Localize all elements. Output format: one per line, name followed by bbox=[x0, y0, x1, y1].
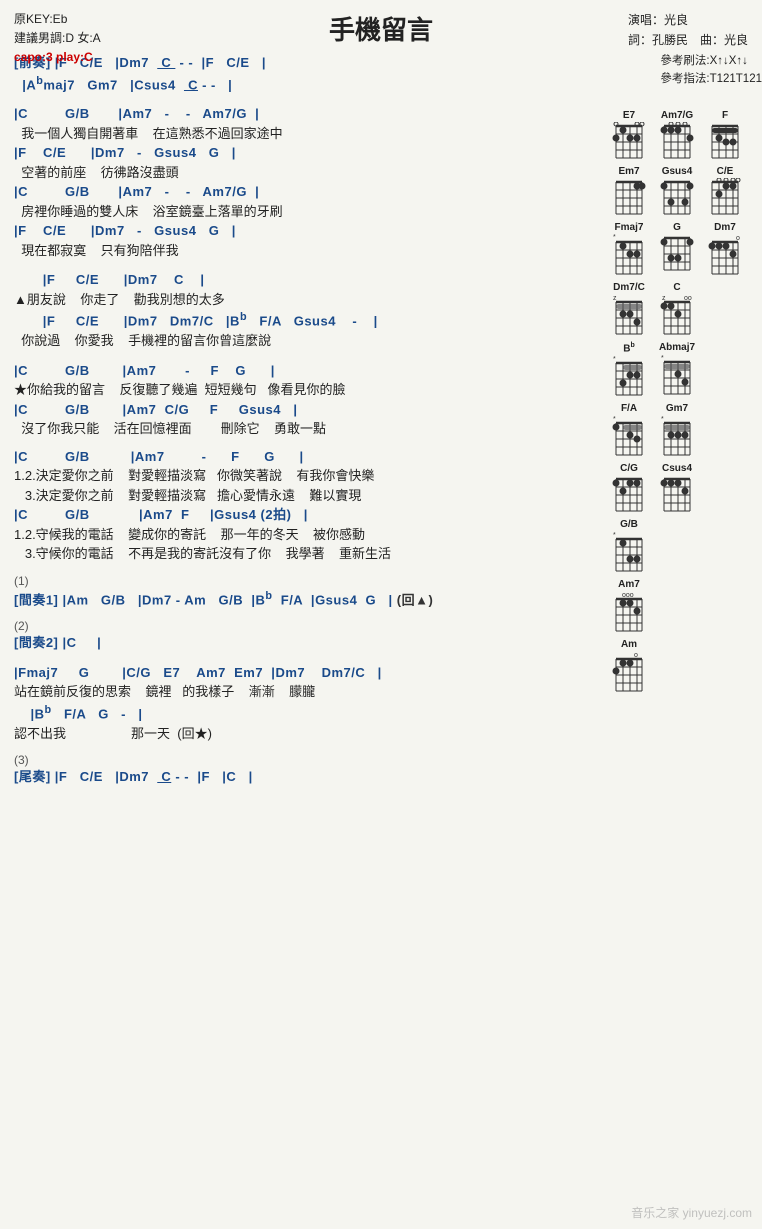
bridge-chord1: |Fmaj7 G |C/G E7 Am7 Em7 |Dm7 Dm7/C | bbox=[14, 663, 588, 683]
interlude1-line: [間奏1] |Am G/B |Dm7 - Am G/B |Bb F/A |Gsu… bbox=[14, 588, 588, 610]
chord-row-9: Am7 ooo bbox=[607, 579, 762, 633]
bridge-lyric2: 認不出我 那一天 (回★) bbox=[14, 724, 588, 744]
lyricist: 詞：孔勝民 曲：光良 bbox=[628, 30, 748, 50]
header-area: 原KEY:Eb 建議男調:D 女:A capo:3 play:C 手機留言 演唱… bbox=[14, 10, 748, 47]
chord-Abmaj7: Abmaj7 * bbox=[655, 342, 699, 397]
v1-chord2: |F C/E |Dm7 - Gsus4 G | bbox=[14, 143, 588, 163]
pc-lyric1: ▲朋友說 你走了 勸我別想的太多 bbox=[14, 290, 588, 310]
header-left: 原KEY:Eb 建議男調:D 女:A capo:3 play:C bbox=[14, 10, 101, 68]
chord-Bb: Bb * bbox=[607, 342, 651, 397]
chord-Gsus4: Gsus4 bbox=[655, 166, 699, 216]
chord-Am7G: Am7/G bbox=[655, 110, 699, 160]
pc-chord1: |F C/E |Dm7 C | bbox=[14, 270, 588, 290]
svg-text:*: * bbox=[613, 416, 616, 423]
chord-Dm7C: Dm7/C z bbox=[607, 282, 651, 336]
chord-row-2: Em7 Gsus4 bbox=[607, 166, 762, 216]
chord-CE: C/E bbox=[703, 166, 747, 216]
bridge-lyric1: 站在鏡前反復的思索 鏡裡 的我樣子 漸漸 朦朧 bbox=[14, 682, 588, 702]
v2-chord2: |C G/B |Am7 F |Gsus4 (2拍) | bbox=[14, 505, 588, 525]
ch-chord1: |C G/B |Am7 - F G | bbox=[14, 361, 588, 381]
v1-chord1: |C G/B |Am7 - - Am7/G | bbox=[14, 104, 588, 124]
song-title: 手機留言 bbox=[329, 10, 433, 47]
v2-lyric1a: 1.2.決定愛你之前 對愛輕描淡寫 你微笑著說 有我你會快樂 bbox=[14, 466, 588, 486]
chord-E7: E7 bbox=[607, 110, 651, 160]
section-prechorus: |F C/E |Dm7 C | ▲朋友說 你走了 勸我別想的太多 |F C/E … bbox=[14, 270, 588, 350]
svg-text:*: * bbox=[661, 355, 664, 362]
chord-row-3: Fmaj7 * bbox=[607, 222, 762, 276]
page: 原KEY:Eb 建議男調:D 女:A capo:3 play:C 手機留言 演唱… bbox=[0, 0, 762, 1229]
v1-lyric1: 我一個人獨自開著車 在這熟悉不過回家途中 bbox=[14, 124, 588, 144]
capo-info: capo:3 play:C bbox=[14, 48, 101, 67]
v2-lyric1b: 3.決定愛你之前 對愛輕描淡寫 擔心愛情永遠 難以實現 bbox=[14, 486, 588, 506]
paren-1: (1) bbox=[14, 574, 588, 588]
pc-lyric2: 你說過 你愛我 手機裡的留言你曾這麼說 bbox=[14, 331, 588, 351]
chord-Csus4: Csus4 bbox=[655, 463, 699, 513]
section-verse1: |C G/B |Am7 - - Am7/G | 我一個人獨自開著車 在這熟悉不過… bbox=[14, 104, 588, 260]
v1-lyric2: 空著的前座 彷彿路沒盡頭 bbox=[14, 163, 588, 183]
section-interlude2-label: (2) [間奏2] |C | bbox=[14, 619, 588, 653]
chord-Em7: Em7 bbox=[607, 166, 651, 216]
interlude2-line: [間奏2] |C | bbox=[14, 633, 588, 653]
chord-Am: Am o bbox=[607, 639, 651, 693]
suggest-key: 建議男調:D 女:A bbox=[14, 29, 101, 48]
v1-chord4: |F C/E |Dm7 - Gsus4 G | bbox=[14, 221, 588, 241]
chord-GB: G/B * bbox=[607, 519, 651, 573]
v1-lyric3: 房裡你睡過的雙人床 浴室鏡臺上落單的牙刷 bbox=[14, 202, 588, 222]
v2-chord1: |C G/B |Am7 - F G | bbox=[14, 447, 588, 467]
pc-chord2: |F C/E |Dm7 Dm7/C |Bb F/A Gsus4 - | bbox=[14, 309, 588, 331]
ch-lyric1: ★你給我的留言 反復聽了幾遍 短短幾句 像看見你的臉 bbox=[14, 380, 588, 400]
finger-pattern: 參考指法:T121T121 bbox=[660, 70, 762, 88]
chord-C: C z oo bbox=[655, 282, 699, 336]
key-info: 原KEY:Eb bbox=[14, 10, 101, 29]
chords-panel: E7 bbox=[607, 110, 762, 699]
paren-3: (3) bbox=[14, 753, 588, 767]
svg-text:*: * bbox=[613, 234, 616, 241]
singer: 演唱：光良 bbox=[628, 10, 748, 30]
watermark: 音乐之家 yinyuezj.com bbox=[631, 1204, 752, 1221]
v2-lyric2b: 3.守候你的電話 不再是我的寄託沒有了你 我學著 重新生活 bbox=[14, 544, 588, 564]
chord-row-10: Am o bbox=[607, 639, 762, 693]
v1-lyric4: 現在都寂寞 只有狗陪伴我 bbox=[14, 241, 588, 261]
chord-row-4: Dm7/C z bbox=[607, 282, 762, 336]
section-interlude1-label: (1) [間奏1] |Am G/B |Dm7 - Am G/B |Bb F/A … bbox=[14, 574, 588, 610]
v2-lyric2a: 1.2.守候我的電話 變成你的寄託 那一年的冬天 被你感動 bbox=[14, 525, 588, 545]
chord-CG: C/G bbox=[607, 463, 651, 513]
chord-row-6: F/A * bbox=[607, 403, 762, 457]
chord-row-7: C/G Cs bbox=[607, 463, 762, 513]
ch-lyric2: 沒了你我只能 活在回憶裡面 刪除它 勇敢一點 bbox=[14, 419, 588, 439]
section-chorus: |C G/B |Am7 - F G | ★你給我的留言 反復聽了幾遍 短短幾句 … bbox=[14, 361, 588, 439]
header-right: 演唱：光良 詞：孔勝民 曲：光良 bbox=[628, 10, 748, 51]
ch-chord2: |C G/B |Am7 C/G F Gsus4 | bbox=[14, 400, 588, 420]
chord-row-1: E7 bbox=[607, 110, 762, 160]
chord-G: G bbox=[655, 222, 699, 276]
chord-Gm7: Gm7 * bbox=[655, 403, 699, 457]
svg-text:*: * bbox=[613, 532, 616, 539]
chord-Fmaj7: Fmaj7 * bbox=[607, 222, 651, 276]
bridge-chord2: |Bb F/A G - | bbox=[14, 702, 588, 724]
section-outro-label: (3) [尾奏] |F C/E |Dm7 C - - |F |C | bbox=[14, 753, 588, 787]
section-verse2: |C G/B |Am7 - F G | 1.2.決定愛你之前 對愛輕描淡寫 你微… bbox=[14, 447, 588, 564]
paren-2: (2) bbox=[14, 619, 588, 633]
svg-text:*: * bbox=[613, 356, 616, 363]
section-bridge: |Fmaj7 G |C/G E7 Am7 Em7 |Dm7 Dm7/C | 站在… bbox=[14, 663, 588, 743]
main-content: [前奏] |F C/E |Dm7 C - - |F C/E | |Abmaj7 … bbox=[14, 53, 588, 787]
chord-Dm7: Dm7 o bbox=[703, 222, 747, 276]
strum-pattern: 參考刷法:X↑↓X↑↓ bbox=[660, 52, 762, 70]
chord-F: F bbox=[703, 110, 747, 160]
chord-FA: F/A * bbox=[607, 403, 651, 457]
chord-row-8: G/B * bbox=[607, 519, 762, 573]
strum-info: 參考刷法:X↑↓X↑↓ 參考指法:T121T121 bbox=[660, 52, 762, 89]
svg-text:*: * bbox=[661, 416, 664, 423]
v1-chord3: |C G/B |Am7 - - Am7/G | bbox=[14, 182, 588, 202]
prelude-line2: |Abmaj7 Gm7 |Csus4 C - - | bbox=[14, 73, 588, 95]
chord-row-5: Bb * bbox=[607, 342, 762, 397]
chord-Am7: Am7 ooo bbox=[607, 579, 651, 633]
outro-line: [尾奏] |F C/E |Dm7 C - - |F |C | bbox=[14, 767, 588, 787]
